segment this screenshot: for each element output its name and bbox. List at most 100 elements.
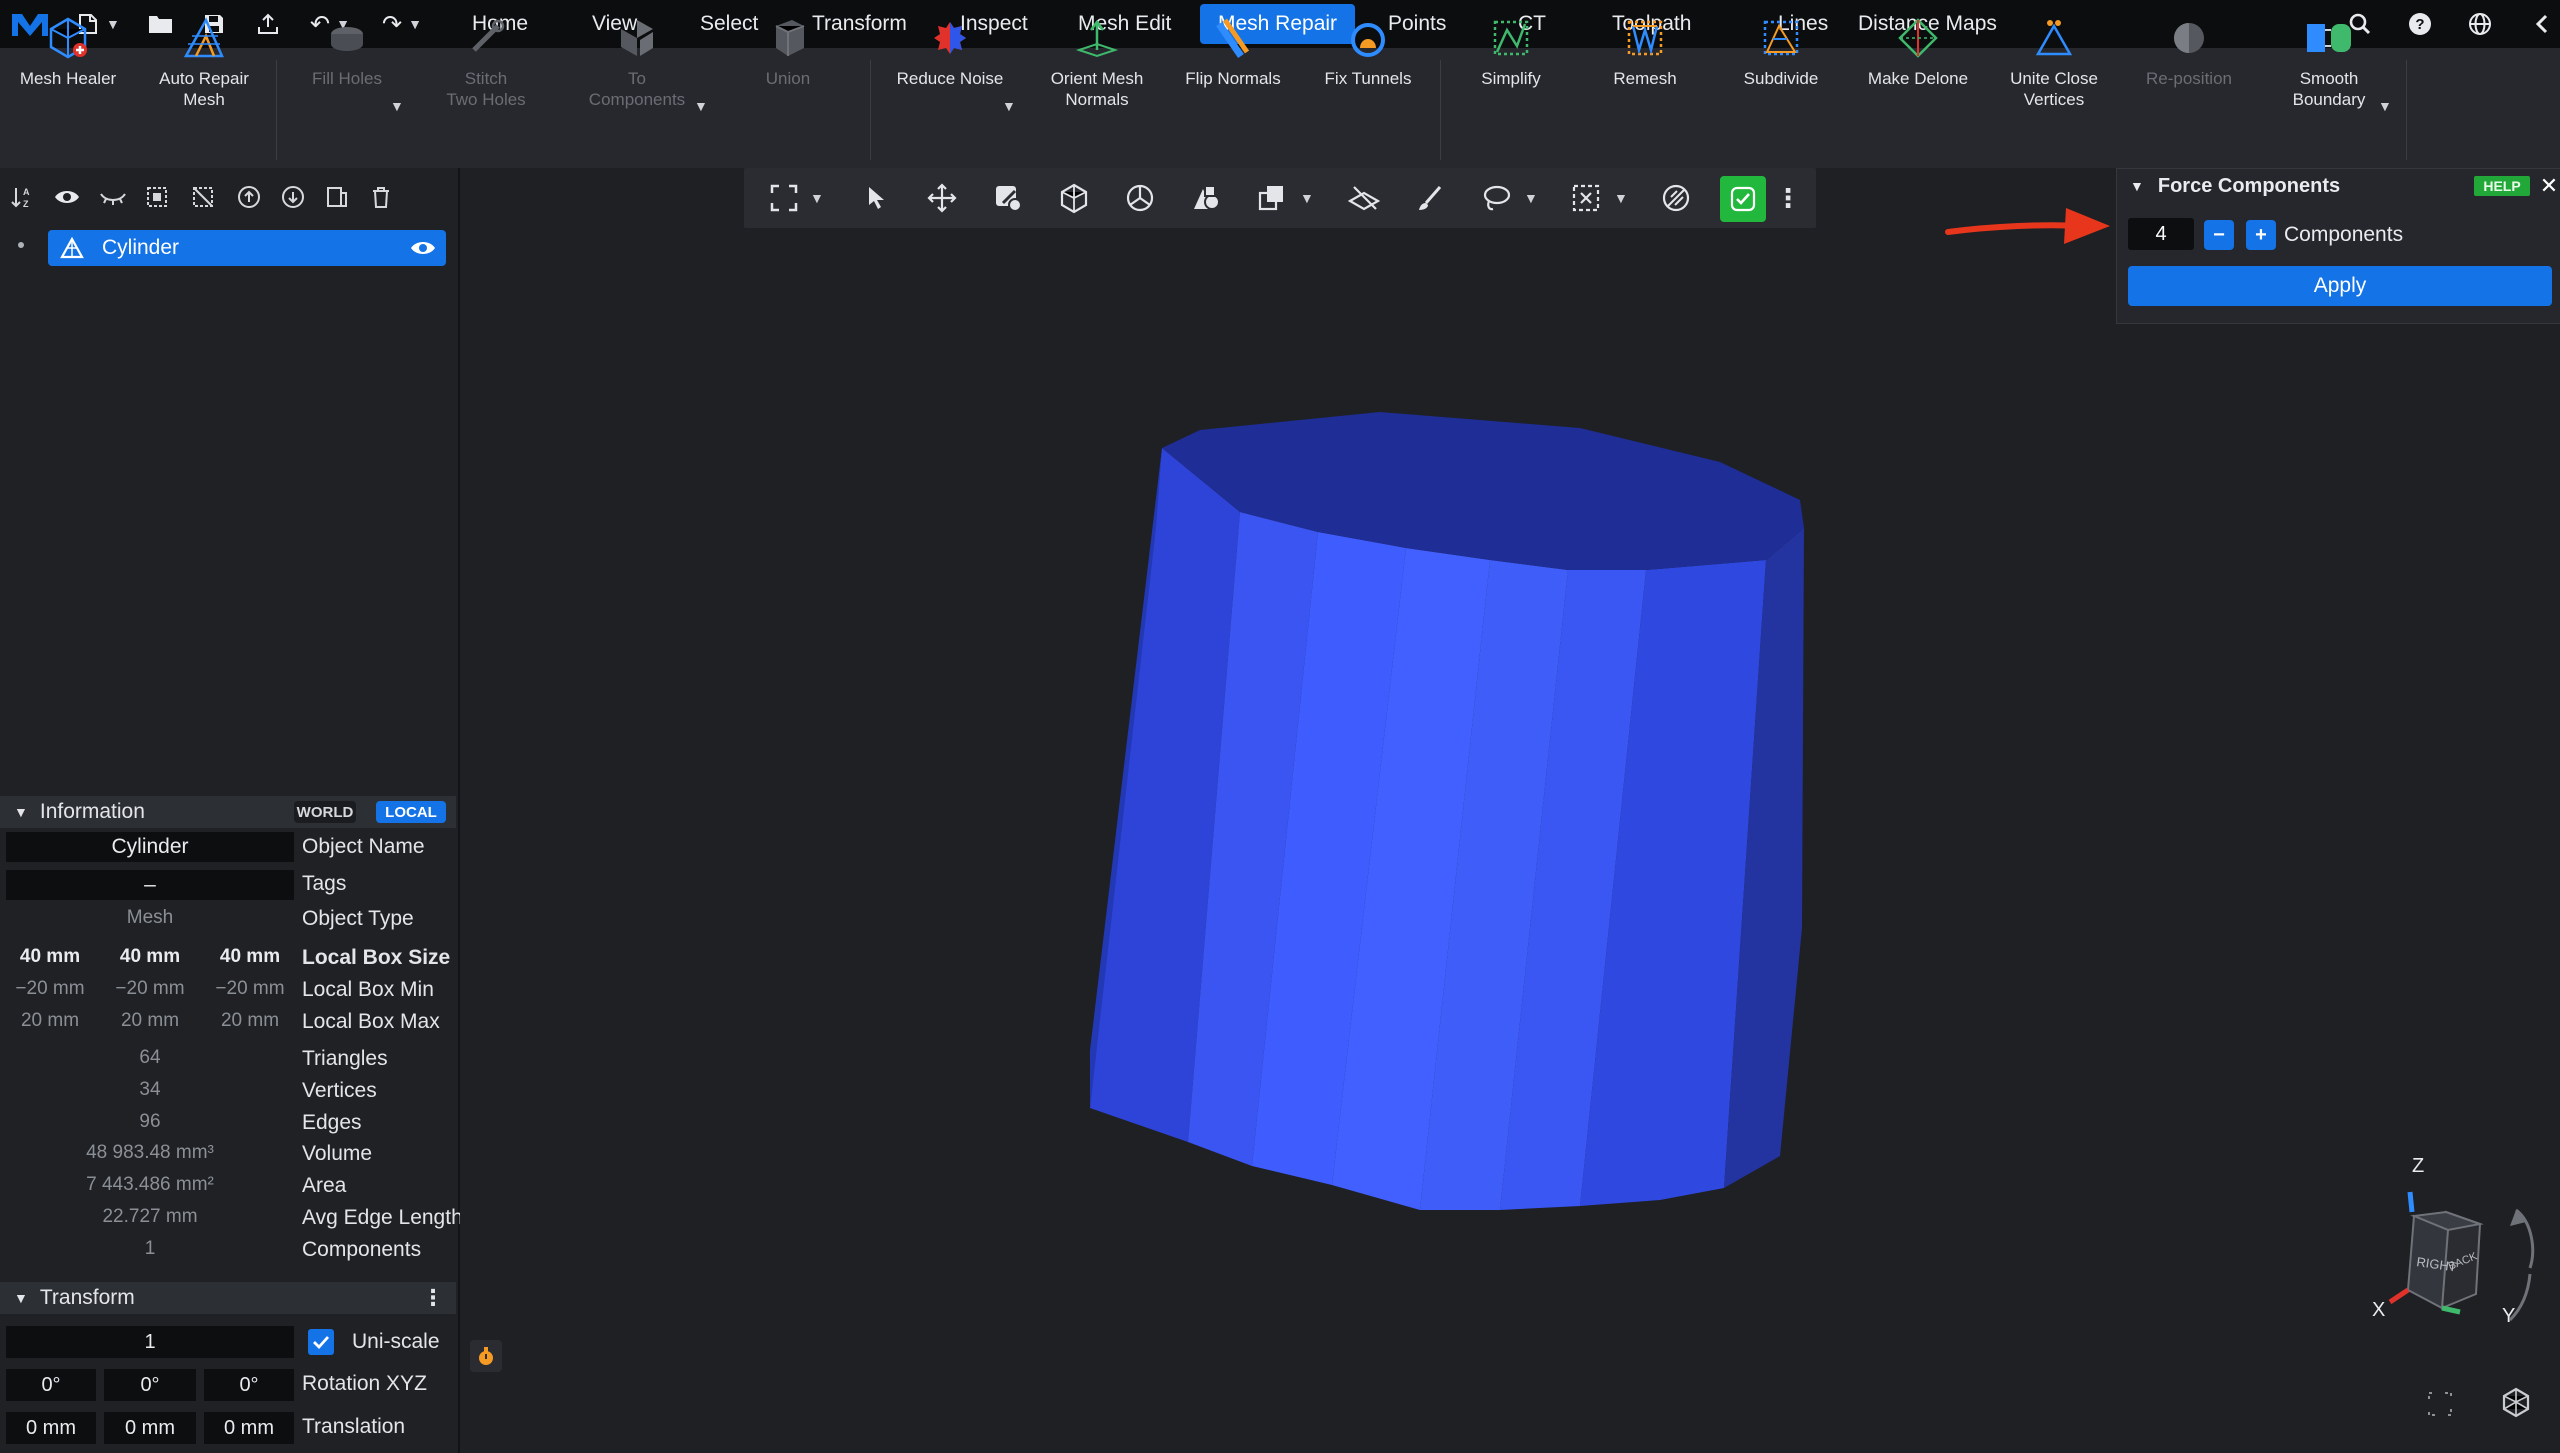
hide-all-icon[interactable]	[98, 182, 128, 212]
help-icon[interactable]: ?	[2404, 8, 2436, 40]
zoom-fit-icon[interactable]	[2420, 1384, 2460, 1424]
scale-field[interactable]: 1	[6, 1326, 294, 1358]
more-vertical-icon[interactable]: ⋮	[1770, 180, 1806, 216]
box-select-icon[interactable]	[1568, 180, 1604, 216]
chevron-down-icon[interactable]: ▼	[1614, 190, 1628, 206]
chevron-down-icon[interactable]: ▼	[2378, 96, 2392, 117]
chevron-down-icon[interactable]: ▼	[694, 96, 708, 117]
close-icon[interactable]: ✕	[2538, 170, 2560, 202]
unite-close-vertices-button[interactable]: Unite Close Vertices	[1990, 12, 2118, 116]
orient-mesh-normals-button[interactable]: Orient Mesh Normals	[1034, 12, 1160, 116]
uniscale-checkbox[interactable]	[308, 1329, 334, 1355]
local-toggle[interactable]: LOCAL	[376, 801, 446, 823]
translation-x-field[interactable]: 0 mm	[6, 1412, 96, 1444]
axis-z-label: Z	[2412, 1155, 2424, 1177]
components-count-field[interactable]: 4	[2128, 218, 2194, 250]
subdivide-button[interactable]: Subdivide	[1722, 12, 1840, 116]
axis-x-label: X	[2372, 1299, 2385, 1321]
fix-tunnels-icon	[1342, 12, 1394, 64]
tags-field[interactable]: –	[6, 870, 294, 900]
components-field-label: Components	[2284, 223, 2404, 246]
tree-item-cylinder[interactable]: Cylinder	[48, 230, 446, 266]
object-type-label: Object Type	[302, 907, 414, 930]
help-button[interactable]: HELP	[2474, 176, 2530, 196]
rotation-y-field[interactable]: 0°	[104, 1369, 196, 1401]
sort-az-icon[interactable]: AZ	[8, 182, 38, 212]
more-options-icon[interactable]: ⋮	[422, 1285, 444, 1311]
translation-z-field[interactable]: 0 mm	[204, 1412, 294, 1444]
duplicate-icon[interactable]	[322, 182, 352, 212]
box-max-y: 20 mm	[120, 1010, 180, 1031]
chevron-down-icon[interactable]: ▼	[408, 16, 422, 32]
show-all-icon[interactable]	[52, 182, 82, 212]
chevron-down-icon[interactable]: ▼	[390, 96, 404, 117]
smooth-boundary-label: Smooth Boundary	[2292, 69, 2366, 109]
increment-button[interactable]: +	[2246, 220, 2276, 250]
chevron-down-icon[interactable]: ▼	[14, 804, 28, 820]
chevron-down-icon[interactable]: ▼	[1524, 190, 1538, 206]
smooth-boundary-button[interactable]: Smooth Boundary ▼	[2264, 12, 2394, 116]
globe-icon[interactable]	[2464, 8, 2496, 40]
lasso-icon[interactable]	[1478, 180, 1514, 216]
move-up-icon[interactable]	[234, 182, 264, 212]
fix-tunnels-button[interactable]: Fix Tunnels	[1308, 12, 1428, 116]
cylinder-mesh[interactable]	[1080, 400, 1820, 1230]
decrement-button[interactable]: −	[2204, 220, 2234, 250]
visibility-eye-icon[interactable]	[410, 239, 436, 257]
mesh-gear-icon[interactable]	[1056, 180, 1092, 216]
information-title: Information	[39, 800, 145, 823]
ribbon-divider	[1440, 60, 1441, 160]
chevron-down-icon[interactable]: ▼	[1300, 190, 1314, 206]
re-position-label: Re-position	[2146, 69, 2232, 88]
delete-icon[interactable]	[366, 182, 396, 212]
select-arrow-icon[interactable]	[858, 180, 894, 216]
apply-button[interactable]: Apply	[2128, 266, 2552, 306]
view-cube[interactable]: Z RIGHT BACK X Y	[2320, 1150, 2560, 1350]
edit-object-icon[interactable]	[990, 180, 1026, 216]
rotation-z-field[interactable]: 0°	[204, 1369, 294, 1401]
select-all-icon[interactable]	[142, 182, 172, 212]
move-icon[interactable]	[924, 180, 960, 216]
box-size-y: 40 mm	[119, 946, 181, 967]
clear-selection-icon[interactable]	[1658, 180, 1694, 216]
copy-object-icon[interactable]	[1254, 180, 1290, 216]
auto-repair-mesh-button[interactable]: Auto Repair Mesh	[144, 12, 264, 116]
deselect-icon[interactable]	[188, 182, 218, 212]
move-down-icon[interactable]	[278, 182, 308, 212]
shapes-icon[interactable]	[1188, 180, 1224, 216]
confirm-check-icon[interactable]	[1720, 176, 1766, 222]
slice-plane-icon[interactable]	[1346, 180, 1382, 216]
reduce-noise-button[interactable]: Reduce Noise ▼	[882, 12, 1018, 116]
notification-icon[interactable]	[470, 1340, 502, 1372]
fit-view-icon[interactable]	[766, 180, 802, 216]
union-button[interactable]: Union	[728, 12, 848, 116]
remesh-button[interactable]: Remesh	[1586, 12, 1704, 116]
stitch-two-holes-button[interactable]: Stitch Two Holes	[424, 12, 548, 116]
mesh-healer-button[interactable]: Mesh Healer	[8, 12, 128, 116]
transform-section-header[interactable]: ▼ Transform ⋮	[0, 1282, 456, 1314]
svg-text:A: A	[23, 187, 30, 197]
chevron-down-icon[interactable]: ▼	[1002, 96, 1016, 117]
box-min-x: −20 mm	[15, 978, 85, 999]
brush-icon[interactable]	[1412, 180, 1448, 216]
make-delone-button[interactable]: Make Delone	[1856, 12, 1980, 116]
triangles-label: Triangles	[302, 1047, 388, 1070]
re-position-button[interactable]: Re-position	[2128, 12, 2250, 116]
rotation-x-field[interactable]: 0°	[6, 1369, 96, 1401]
object-name-field[interactable]: Cylinder	[6, 832, 294, 862]
collapse-panel-icon[interactable]	[2526, 8, 2558, 40]
avg-edge-value: 22.727 mm	[102, 1206, 198, 1227]
to-components-button[interactable]: To Components ▼	[566, 12, 708, 116]
make-delone-icon	[1892, 12, 1944, 64]
simplify-button[interactable]: Simplify	[1452, 12, 1570, 116]
world-toggle[interactable]: WORLD	[294, 801, 356, 823]
chevron-down-icon[interactable]: ▼	[2130, 178, 2144, 194]
chevron-down-icon[interactable]: ▼	[810, 190, 824, 206]
view-mesh-icon[interactable]	[2494, 1380, 2538, 1424]
translation-y-field[interactable]: 0 mm	[104, 1412, 196, 1444]
chevron-down-icon[interactable]: ▼	[14, 1290, 28, 1306]
flip-normals-button[interactable]: Flip Normals	[1172, 12, 1294, 116]
stitch-icon	[460, 12, 512, 64]
fill-holes-button[interactable]: Fill Holes ▼	[286, 12, 408, 116]
orbit-icon[interactable]	[1122, 180, 1158, 216]
